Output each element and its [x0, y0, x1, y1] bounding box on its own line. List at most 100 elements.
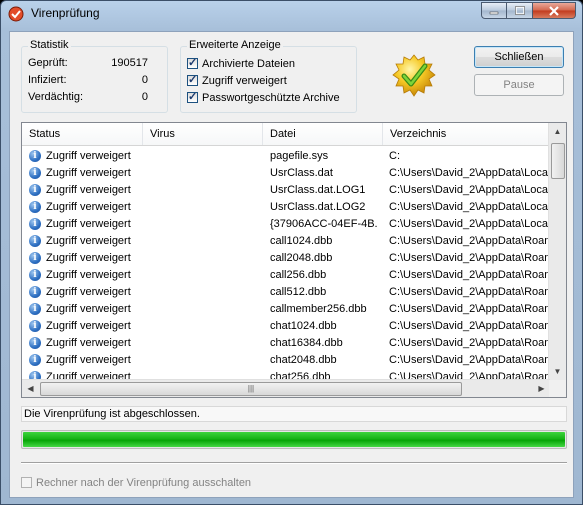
- cell-directory: C:\Users\David_2\AppData\Roaming: [389, 235, 550, 247]
- info-icon: i: [29, 303, 41, 315]
- scan-window: Virenprüfung Statistik Geprüft: 190517 I…: [0, 0, 583, 505]
- cell-file: call256.dbb: [270, 269, 327, 281]
- stat-infected: Infiziert: 0: [28, 74, 148, 88]
- progress-bar: [21, 430, 567, 449]
- table-row[interactable]: i Zugriff verweigert call256.dbb C:\Users\D…: [22, 267, 550, 284]
- title-bar[interactable]: Virenprüfung: [1, 1, 582, 25]
- checkbox[interactable]: [21, 477, 32, 488]
- cell-status: Zugriff verweigert: [46, 269, 131, 281]
- status-message: Die Virenprüfung ist abgeschlossen.: [21, 406, 567, 422]
- cell-status: Zugriff verweigert: [46, 167, 131, 179]
- cell-file: call512.dbb: [270, 286, 327, 298]
- horizontal-scrollbar[interactable]: ◀ ||| ▶: [22, 379, 550, 397]
- extended-display-title: Erweiterte Anzeige: [187, 39, 283, 51]
- scroll-left-icon[interactable]: ◀: [22, 380, 39, 397]
- table-row[interactable]: i Zugriff verweigert pagefile.sys C:: [22, 148, 550, 165]
- minimize-icon: [489, 11, 499, 14]
- cell-file: chat16384.dbb: [270, 337, 343, 349]
- cell-directory: C:\Users\David_2\AppData\Roaming: [389, 337, 550, 349]
- info-icon: i: [29, 252, 41, 264]
- cell-directory: C:\Users\David_2\AppData\Local: [389, 218, 550, 230]
- maximize-button[interactable]: [507, 2, 533, 19]
- cell-status: Zugriff verweigert: [46, 201, 131, 213]
- cell-directory: C:\Users\David_2\AppData\Roaming: [389, 286, 550, 298]
- window-controls: [481, 2, 576, 19]
- cell-file: UsrClass.dat.LOG1: [270, 184, 366, 196]
- table-row[interactable]: i Zugriff verweigert UsrClass.dat.LOG1 C:\U…: [22, 182, 550, 199]
- column-status[interactable]: Status: [22, 123, 143, 145]
- results-list[interactable]: Status Virus Datei Verzeichnis i Zugriff …: [21, 122, 567, 398]
- stat-label: Verdächtig:: [28, 91, 84, 103]
- table-row[interactable]: i Zugriff verweigert chat2048.dbb C:\Users\…: [22, 352, 550, 369]
- stat-value: 0: [141, 91, 148, 103]
- shutdown-option[interactable]: Rechner nach der Virenprüfung ausschalte…: [21, 475, 251, 490]
- cell-status: Zugriff verweigert: [46, 235, 131, 247]
- minimize-button[interactable]: [481, 2, 507, 19]
- shutdown-option-label: Rechner nach der Virenprüfung ausschalte…: [36, 476, 252, 489]
- table-row[interactable]: i Zugriff verweigert call512.dbb C:\Users\D…: [22, 284, 550, 301]
- cell-status: Zugriff verweigert: [46, 252, 131, 264]
- cell-status: Zugriff verweigert: [46, 150, 131, 162]
- column-virus[interactable]: Virus: [143, 123, 263, 145]
- info-icon: i: [29, 235, 41, 247]
- scroll-down-icon[interactable]: ▼: [549, 363, 566, 380]
- info-icon: i: [29, 150, 41, 162]
- table-row[interactable]: i Zugriff verweigert UsrClass.dat.LOG2 C:\U…: [22, 199, 550, 216]
- horizontal-scroll-thumb[interactable]: |||: [40, 382, 462, 396]
- statistics-title: Statistik: [28, 39, 71, 51]
- info-icon: i: [29, 286, 41, 298]
- cell-file: {37906ACC-04EF-4B...: [270, 218, 378, 230]
- checkbox[interactable]: [187, 56, 198, 69]
- stat-suspicious: Verdächtig: 0: [28, 91, 148, 105]
- cell-status: Zugriff verweigert: [46, 354, 131, 366]
- cell-file: call2048.dbb: [270, 252, 333, 264]
- close-button[interactable]: Schließen: [474, 46, 564, 68]
- cell-status: Zugriff verweigert: [46, 320, 131, 332]
- pause-button[interactable]: Pause: [474, 74, 564, 96]
- checkbox[interactable]: [187, 73, 198, 86]
- cell-directory: C:\Users\David_2\AppData\Roaming: [389, 354, 550, 366]
- cell-directory: C:\Users\David_2\AppData\Local: [389, 184, 550, 196]
- table-row[interactable]: i Zugriff verweigert chat1024.dbb C:\Users\…: [22, 318, 550, 335]
- column-directory[interactable]: Verzeichnis: [383, 123, 550, 145]
- list-rows: i Zugriff verweigert pagefile.sys C: i Zugrif…: [22, 148, 550, 380]
- stat-checked: Geprüft: 190517: [28, 57, 148, 71]
- scroll-right-icon[interactable]: ▶: [533, 380, 550, 397]
- scroll-up-icon[interactable]: ▲: [549, 123, 566, 140]
- cell-file: callmember256.dbb: [270, 303, 367, 315]
- scrollbar-corner: [549, 380, 566, 397]
- cell-directory: C:\Users\David_2\AppData\Roaming: [389, 252, 550, 264]
- table-row[interactable]: i Zugriff verweigert call1024.dbb C:\Users\…: [22, 233, 550, 250]
- extended-display-group: Erweiterte Anzeige Archivierte Dateien Z…: [180, 39, 357, 113]
- option-archived-files[interactable]: Archivierte Dateien: [187, 56, 295, 71]
- table-row[interactable]: i Zugriff verweigert chat16384.dbb C:\Users…: [22, 335, 550, 352]
- cell-status: Zugriff verweigert: [46, 286, 131, 298]
- checkbox[interactable]: [187, 90, 198, 103]
- window-title: Virenprüfung: [31, 6, 100, 20]
- statistics-group: Statistik Geprüft: 190517 Infiziert: 0 V…: [21, 39, 168, 113]
- cell-directory: C:\Users\David_2\AppData\Local: [389, 201, 550, 213]
- close-window-button[interactable]: [533, 2, 576, 19]
- vertical-scroll-thumb[interactable]: [551, 143, 565, 179]
- cell-directory: C:\Users\David_2\AppData\Roaming: [389, 269, 550, 281]
- cell-file: UsrClass.dat: [270, 167, 333, 179]
- option-access-denied[interactable]: Zugriff verweigert: [187, 73, 287, 88]
- column-file[interactable]: Datei: [263, 123, 383, 145]
- info-icon: i: [29, 167, 41, 179]
- option-password-archives[interactable]: Passwortgeschützte Archive: [187, 90, 340, 105]
- cell-status: Zugriff verweigert: [46, 218, 131, 230]
- cell-directory: C:: [389, 150, 400, 162]
- table-row[interactable]: i Zugriff verweigert callmember256.dbb C:\U…: [22, 301, 550, 318]
- option-label: Passwortgeschützte Archive: [202, 91, 340, 104]
- table-row[interactable]: i Zugriff verweigert UsrClass.dat C:\Users\…: [22, 165, 550, 182]
- table-row[interactable]: i Zugriff verweigert {37906ACC-04EF-4B... C…: [22, 216, 550, 233]
- vertical-scrollbar[interactable]: ▲ ▼: [548, 123, 566, 380]
- stat-value: 190517: [111, 57, 148, 69]
- cell-file: chat1024.dbb: [270, 320, 337, 332]
- cell-directory: C:\Users\David_2\AppData\Roaming: [389, 320, 550, 332]
- list-header: Status Virus Datei Verzeichnis: [22, 123, 550, 146]
- stat-label: Geprüft:: [28, 57, 68, 69]
- table-row[interactable]: i Zugriff verweigert call2048.dbb C:\Users\…: [22, 250, 550, 267]
- progress-fill: [23, 432, 565, 447]
- cell-status: Zugriff verweigert: [46, 337, 131, 349]
